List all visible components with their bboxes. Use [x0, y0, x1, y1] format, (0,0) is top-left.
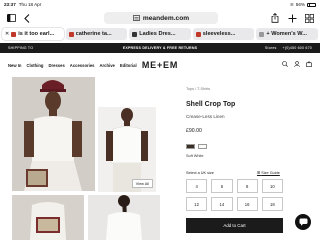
- size-grid: 4 6 8 10 12 14 16 18: [186, 179, 283, 211]
- nav-archive[interactable]: Archive: [99, 63, 114, 68]
- wifi-icon: ≋: [289, 1, 294, 7]
- size-option[interactable]: 14: [211, 197, 233, 211]
- share-icon[interactable]: [269, 12, 281, 24]
- tab-label: catherine ta...: [75, 31, 112, 37]
- close-tab-icon[interactable]: ✕: [5, 31, 9, 37]
- view-all-button[interactable]: View All: [131, 179, 153, 188]
- size-option[interactable]: 18: [261, 197, 283, 211]
- add-to-cart-button[interactable]: Add to Cart: [186, 218, 283, 233]
- battery-icon: [307, 2, 316, 7]
- size-prompt: Select a UK size: [186, 171, 214, 175]
- account-icon[interactable]: [294, 61, 300, 69]
- product-price: £90.00: [186, 128, 202, 134]
- browser-tab[interactable]: Ladies Dres...: [129, 28, 191, 40]
- product-image-front[interactable]: View All: [98, 107, 156, 192]
- browser-tab[interactable]: catherine ta...: [65, 28, 128, 40]
- size-guide-link[interactable]: ⊞ Size Guide: [257, 170, 280, 175]
- tab-overview-icon[interactable]: [303, 12, 315, 24]
- promo-bar: SHIPPING TO EXPRESS DELIVERY & FREE RETU…: [0, 43, 320, 53]
- tab-label: is it too earl...: [18, 31, 55, 37]
- url-text: meandem.com: [142, 14, 190, 22]
- selected-color-name: Soft White: [186, 154, 204, 158]
- product-image-main[interactable]: [12, 77, 95, 191]
- product-subtitle: Crease-Less Linen: [186, 114, 225, 119]
- ruler-icon: ⊞: [257, 171, 261, 175]
- favicon-icon: [11, 31, 17, 37]
- nav-dresses[interactable]: Dresses: [48, 63, 64, 68]
- nav-editorial[interactable]: Editorial: [120, 63, 137, 68]
- bag-icon[interactable]: [306, 61, 312, 69]
- status-date: Thu 18 Apr: [18, 2, 42, 7]
- tab-label: + Women's W...: [266, 31, 307, 37]
- browser-toolbar: meandem.com: [0, 9, 320, 27]
- size-option[interactable]: 4: [186, 179, 208, 193]
- favicon-icon: [259, 31, 265, 37]
- tab-preview-icon: [132, 15, 140, 21]
- back-icon[interactable]: [21, 12, 33, 24]
- size-option[interactable]: 16: [236, 197, 258, 211]
- chat-button[interactable]: [295, 214, 311, 230]
- sidebar-icon[interactable]: [5, 12, 17, 24]
- new-tab-icon[interactable]: [286, 12, 298, 24]
- browser-tab[interactable]: + Women's W...: [256, 28, 318, 40]
- tab-label: Ladies Dres...: [139, 31, 176, 37]
- favicon-icon: [68, 31, 74, 37]
- stores-link[interactable]: Stores: [265, 46, 277, 50]
- favicon-icon: [132, 31, 138, 37]
- browser-tab[interactable]: sleeveless...: [192, 28, 255, 40]
- nav-clothing[interactable]: Clothing: [27, 63, 44, 68]
- nav-new-in[interactable]: New In: [8, 63, 22, 68]
- tab-bar: ✕ is it too earl... catherine ta... Ladi…: [0, 28, 320, 41]
- color-swatch-brown[interactable]: [186, 144, 195, 149]
- battery-percent: 56%: [295, 2, 305, 7]
- size-option[interactable]: 6: [211, 179, 233, 193]
- breadcrumb[interactable]: Tops / T-Shirts: [186, 87, 210, 91]
- product-image-detail[interactable]: [12, 195, 84, 240]
- status-bar: 23:37 Thu 18 Apr ≋ 56%: [0, 0, 320, 9]
- search-icon[interactable]: [282, 61, 288, 69]
- browser-tab[interactable]: ✕ is it too earl...: [2, 28, 64, 40]
- color-swatch-white[interactable]: [198, 144, 207, 149]
- product-image-back[interactable]: [88, 195, 160, 240]
- size-option[interactable]: 8: [236, 179, 258, 193]
- address-bar[interactable]: meandem.com: [104, 12, 218, 24]
- size-option[interactable]: 12: [186, 197, 208, 211]
- nav-accessories[interactable]: Accessories: [70, 63, 95, 68]
- favicon-icon: [195, 31, 201, 37]
- phone-link[interactable]: +(0)450 600 670: [283, 46, 312, 50]
- size-option[interactable]: 10: [261, 179, 283, 193]
- tab-label: sleeveless...: [202, 31, 236, 37]
- chat-icon: [299, 218, 307, 226]
- status-time: 23:37: [4, 2, 16, 7]
- product-title: Shell Crop Top: [186, 101, 236, 108]
- site-nav: New In Clothing Dresses Accessories Arch…: [0, 55, 320, 75]
- size-guide-label: Size Guide: [261, 171, 280, 175]
